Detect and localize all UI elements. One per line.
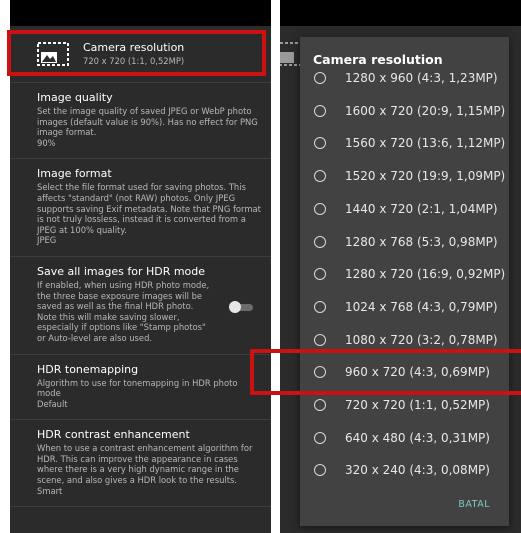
resolution-option[interactable]: 1280 x 768 (5:3, 0,98MP) xyxy=(300,226,509,258)
camera-resolution-dialog: Camera resolution 1280 x 960 (4:3, 1,23M… xyxy=(300,37,509,526)
radio-button[interactable] xyxy=(314,235,326,248)
setting-title: HDR tonemapping xyxy=(37,362,139,376)
highlight-selected-option xyxy=(250,349,521,395)
resolution-option[interactable]: 1440 x 720 (2:1, 1,04MP) xyxy=(300,193,509,225)
resolution-option-label: 640 x 480 (4:3, 0,31MP) xyxy=(345,430,490,445)
hdr-contrast-setting[interactable]: HDR contrast enhancement When to use a c… xyxy=(10,420,271,508)
toggle-thumb xyxy=(229,300,241,313)
resolution-option[interactable]: 1520 x 720 (19:9, 1,09MP) xyxy=(300,160,509,192)
save-hdr-images-setting[interactable]: Save all images for HDR mode If enabled,… xyxy=(10,257,271,355)
radio-button[interactable] xyxy=(314,268,326,281)
image-quality-setting[interactable]: Image quality Set the image quality of s… xyxy=(10,83,271,160)
resolution-option-label: 1280 x 960 (4:3, 1,23MP) xyxy=(345,71,498,85)
cancel-button[interactable]: BATAL xyxy=(458,499,490,510)
resolution-option-label: 1080 x 720 (3:2, 0,78MP) xyxy=(345,332,498,347)
resolution-option-label: 1440 x 720 (2:1, 1,04MP) xyxy=(345,201,498,216)
status-bar xyxy=(280,0,521,26)
resolution-option-label: 720 x 720 (1:1, 0,52MP) xyxy=(345,398,490,412)
setting-title: Save all images for HDR mode xyxy=(37,264,206,278)
radio-button[interactable] xyxy=(314,104,326,117)
setting-description: When to use a contrast enhancement algor… xyxy=(37,443,253,486)
radio-button[interactable] xyxy=(314,431,326,444)
settings-panel: Camera resolution 720 x 720 (1:1, 0,52MP… xyxy=(10,0,271,533)
setting-description: Algorithm to use for tonemapping in HDR … xyxy=(37,377,238,399)
setting-description: Set the image quality of saved JPEG or W… xyxy=(37,106,258,138)
hdr-tonemapping-setting[interactable]: HDR tonemapping Algorithm to use for ton… xyxy=(10,355,271,421)
resolution-option-label: 320 x 240 (4:3, 0,08MP) xyxy=(345,463,490,478)
resolution-option[interactable]: 320 x 240 (4:3, 0,08MP) xyxy=(300,454,509,486)
resolution-option[interactable]: 1600 x 720 (20:9, 1,15MP) xyxy=(300,95,509,127)
setting-title: Image quality xyxy=(37,91,113,104)
setting-value: 90% xyxy=(37,137,56,148)
setting-description: Select the file format used for saving p… xyxy=(37,182,261,235)
radio-button[interactable] xyxy=(314,399,326,411)
radio-button[interactable] xyxy=(314,170,326,183)
resolution-option[interactable]: 1280 x 720 (16:9, 0,92MP) xyxy=(300,258,509,290)
resolution-option[interactable]: 1280 x 960 (4:3, 1,23MP) xyxy=(300,62,509,94)
save-hdr-images-toggle[interactable] xyxy=(229,300,253,313)
resolution-option-label: 1280 x 768 (5:3, 0,98MP) xyxy=(345,234,498,249)
setting-description: If enabled, when using HDR photo mode, t… xyxy=(37,279,210,343)
radio-button[interactable] xyxy=(314,202,326,215)
radio-button[interactable] xyxy=(314,72,326,84)
radio-button[interactable] xyxy=(314,464,326,477)
resolution-option-label: 1560 x 720 (13:6, 1,12MP) xyxy=(345,136,506,151)
radio-button[interactable] xyxy=(314,137,326,150)
image-format-setting[interactable]: Image format Select the file format used… xyxy=(10,159,271,257)
setting-value: Default xyxy=(37,398,68,409)
setting-title: Image format xyxy=(37,167,112,181)
resolution-option-label: 1520 x 720 (19:9, 1,09MP) xyxy=(345,169,506,184)
resolution-option-label: 1600 x 720 (20:9, 1,15MP) xyxy=(345,103,506,118)
setting-value: Smart xyxy=(37,485,63,496)
resolution-option[interactable]: 640 x 480 (4:3, 0,31MP) xyxy=(300,422,509,454)
resolution-option-label: 1024 x 768 (4:3, 0,79MP) xyxy=(345,299,498,314)
radio-button[interactable] xyxy=(314,300,326,313)
resolution-option-label: 1280 x 720 (16:9, 0,92MP) xyxy=(345,267,506,282)
resolution-option[interactable]: 1024 x 768 (4:3, 0,79MP) xyxy=(300,291,509,323)
setting-title: HDR contrast enhancement xyxy=(37,428,190,442)
setting-value: JPEG xyxy=(37,235,57,246)
status-bar xyxy=(10,0,271,26)
radio-button[interactable] xyxy=(314,333,326,346)
resolution-option[interactable]: 1560 x 720 (13:6, 1,12MP) xyxy=(300,127,509,159)
highlight-camera-resolution xyxy=(7,30,266,76)
